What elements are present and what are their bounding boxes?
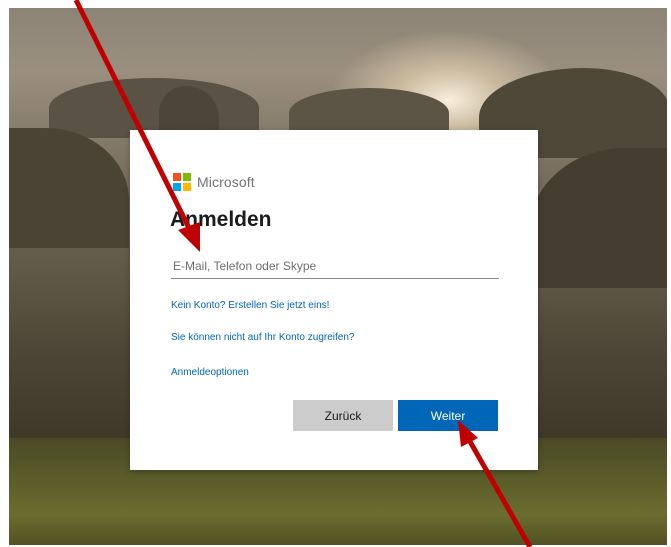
background-photo: Microsoft Anmelden Kein Konto? Erstellen… <box>9 8 667 545</box>
logo-square-yellow <box>183 183 191 191</box>
back-button[interactable]: Zurück <box>293 400 393 431</box>
brand-name: Microsoft <box>197 174 255 190</box>
next-button[interactable]: Weiter <box>398 400 498 431</box>
background-hill <box>9 128 129 248</box>
microsoft-logo-icon <box>173 173 191 191</box>
background-hill <box>49 78 259 138</box>
page-title: Anmelden <box>170 208 272 231</box>
logo-square-green <box>183 173 191 181</box>
sign-in-dialog: Microsoft Anmelden Kein Konto? Erstellen… <box>130 130 538 470</box>
logo-square-blue <box>173 183 181 191</box>
microsoft-brand: Microsoft <box>173 173 255 191</box>
sign-in-options-link[interactable]: Anmeldeoptionen <box>171 367 249 378</box>
email-field[interactable] <box>171 253 499 279</box>
no-access-link[interactable]: Sie können nicht auf Ihr Konto zugreifen… <box>171 332 354 343</box>
logo-square-red <box>173 173 181 181</box>
create-account-link[interactable]: Kein Konto? Erstellen Sie jetzt eins! <box>171 300 329 311</box>
background-hill <box>529 148 667 288</box>
